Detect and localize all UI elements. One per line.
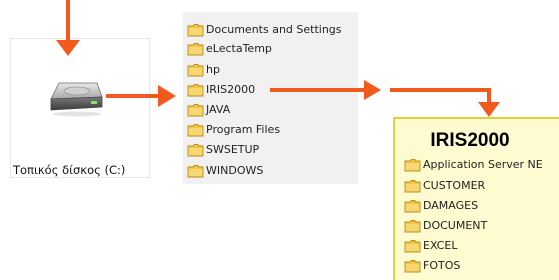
arrow-drive-to-folders <box>106 85 176 107</box>
arrow-down-to-drive <box>56 0 80 56</box>
arrow-iris-to-panel <box>270 80 381 100</box>
flow-arrows <box>56 0 500 117</box>
arrow-down-to-iris-panel <box>390 88 500 117</box>
